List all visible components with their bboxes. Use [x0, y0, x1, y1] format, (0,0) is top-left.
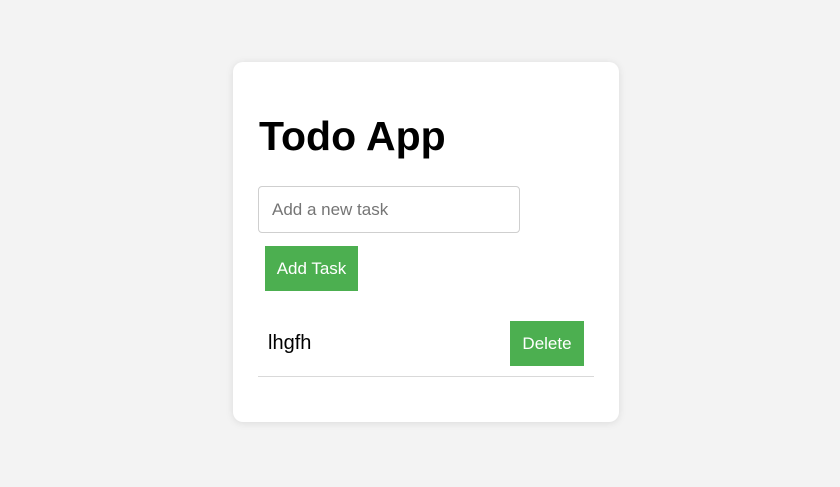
task-list: lhgfh Delete	[258, 312, 594, 377]
new-task-input[interactable]	[258, 186, 520, 233]
page-title: Todo App	[259, 113, 446, 159]
todo-card: Todo App Add Task lhgfh Delete	[233, 62, 619, 422]
add-task-button[interactable]: Add Task	[265, 246, 358, 291]
list-item: lhgfh Delete	[258, 312, 594, 377]
delete-task-button[interactable]: Delete	[510, 321, 584, 366]
task-text: lhgfh	[268, 332, 312, 354]
